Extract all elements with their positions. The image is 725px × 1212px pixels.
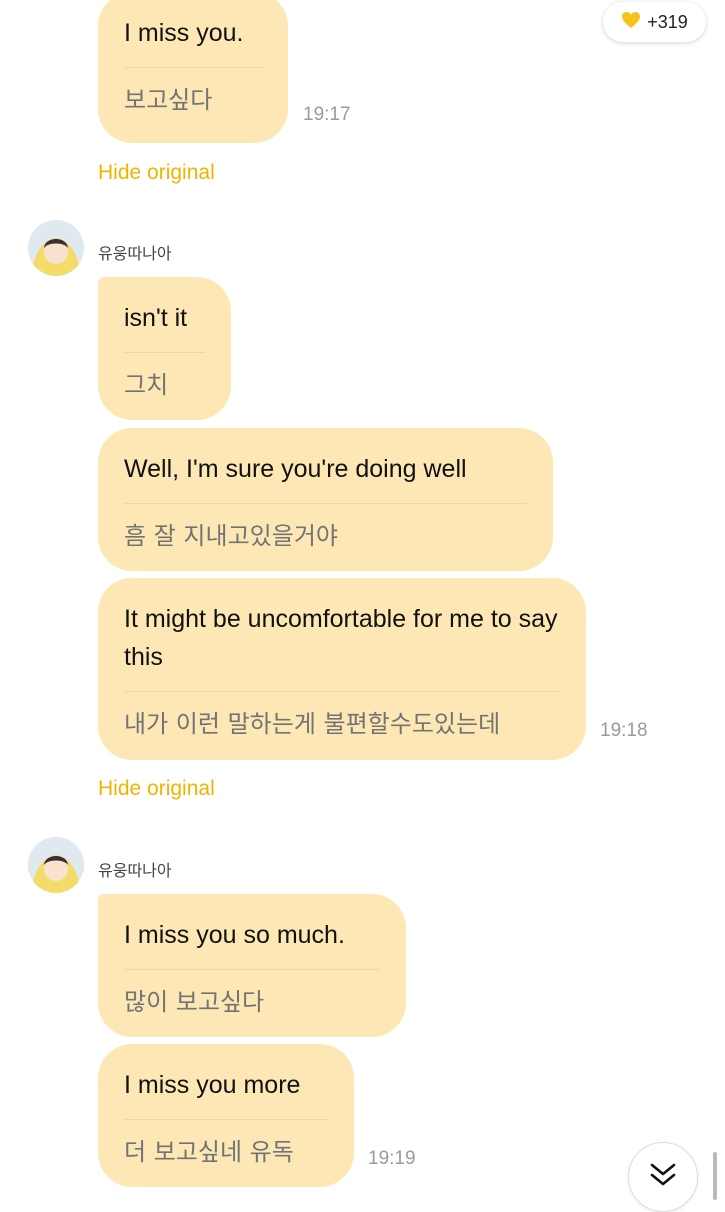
message-text-ko: 그치 [124, 371, 169, 399]
bubble-divider [124, 1119, 328, 1120]
message-bubble[interactable]: It might be uncomfortable for me to say … [98, 578, 586, 760]
message-text-en: It might be uncomfortable for me to say … [124, 605, 558, 671]
scroll-to-bottom-button[interactable] [628, 1142, 698, 1212]
message-text-en: Well, I'm sure you're doing well [124, 455, 467, 483]
scrollbar[interactable] [713, 1152, 717, 1200]
message-text-en: I miss you. [124, 19, 244, 47]
bubble-divider [124, 969, 380, 970]
message-bubble[interactable]: Well, I'm sure you're doing well 흠 잘 지내고… [98, 428, 553, 571]
message-text-en: isn't it [124, 304, 188, 332]
message-text-ko: 보고싶다 [124, 86, 213, 114]
double-chevron-down-icon [647, 1159, 679, 1196]
message-text-en: I miss you so much. [124, 921, 345, 949]
hide-original-link[interactable]: Hide original [98, 777, 215, 801]
message-timestamp: 19:19 [368, 1148, 416, 1169]
bubble-divider [124, 67, 262, 68]
avatar[interactable] [28, 220, 84, 276]
bubble-divider [124, 352, 205, 353]
message-text-ko: 흠 잘 지내고있을거야 [124, 522, 338, 550]
bubble-divider [124, 691, 560, 692]
message-bubble[interactable]: I miss you. 보고싶다 [98, 0, 288, 143]
avatar[interactable] [28, 837, 84, 893]
message-text-en: I miss you more [124, 1071, 301, 1099]
message-timestamp: 19:17 [303, 104, 351, 125]
message-text-ko: 많이 보고싶다 [124, 988, 265, 1016]
heart-icon [621, 11, 641, 34]
message-bubble[interactable]: I miss you more 더 보고싶네 유독 [98, 1044, 354, 1187]
message-bubble[interactable]: isn't it 그치 [98, 277, 231, 420]
sender-name: 유웅따나아 [98, 244, 172, 263]
sender-name: 유웅따나아 [98, 861, 172, 880]
hide-original-link[interactable]: Hide original [98, 161, 215, 185]
points-count: +319 [647, 11, 688, 32]
message-bubble[interactable]: I miss you so much. 많이 보고싶다 [98, 894, 406, 1037]
message-timestamp: 19:18 [600, 720, 648, 741]
message-text-ko: 더 보고싶네 유독 [124, 1138, 294, 1166]
bubble-divider [124, 503, 527, 504]
message-text-ko: 내가 이런 말하는게 불편할수도있는데 [124, 710, 501, 738]
points-badge[interactable]: +319 [603, 2, 706, 42]
